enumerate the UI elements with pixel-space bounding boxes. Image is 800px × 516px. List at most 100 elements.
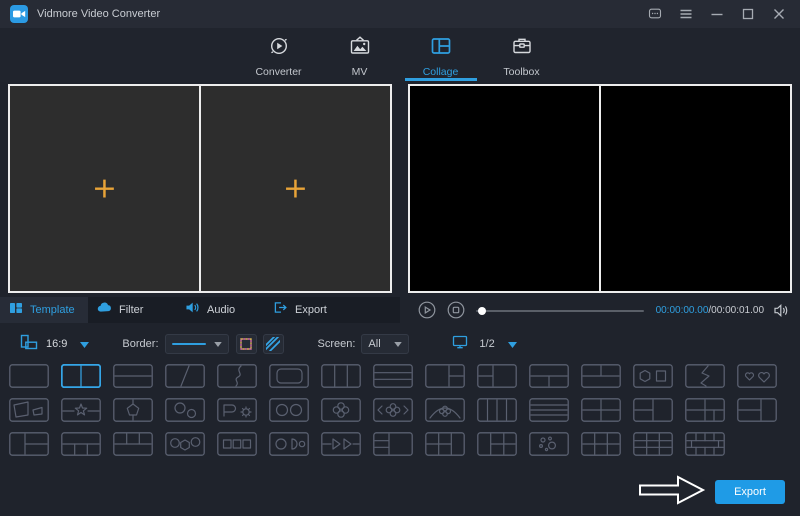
border-label: Border: — [122, 338, 159, 350]
tab-export[interactable]: Export — [264, 297, 352, 323]
main-nav: Converter MV Collage Toolbox — [0, 28, 800, 82]
template-tile-single[interactable] — [9, 364, 49, 388]
feedback-icon[interactable] — [648, 7, 662, 21]
tab-audio[interactable]: Audio — [176, 297, 264, 323]
template-tile-left-col-grid-2x2[interactable] — [477, 432, 517, 456]
maximize-icon[interactable] — [741, 7, 755, 21]
template-tile-split-left-half[interactable] — [633, 398, 673, 422]
template-tile-grid-complex[interactable] — [685, 432, 725, 456]
tab-collage[interactable]: Collage — [412, 28, 470, 82]
seek-slider[interactable] — [476, 303, 644, 317]
template-tile-three-squares[interactable] — [217, 432, 257, 456]
template-tile-left-two-right-big[interactable] — [477, 364, 517, 388]
template-tile-two-vertical[interactable] — [60, 363, 102, 389]
collage-editor: + + — [8, 84, 392, 293]
playback-bar: 00:00:00.00/00:00:01.00 — [406, 297, 800, 323]
add-video-icon: + — [91, 171, 118, 205]
template-tile-hexagon-square[interactable] — [633, 364, 673, 388]
converter-icon — [268, 35, 290, 62]
aspect-caret-icon[interactable] — [80, 335, 90, 353]
tab-audio-label: Audio — [207, 304, 236, 316]
template-tile-top-one-bottom-three[interactable] — [61, 432, 101, 456]
stop-button[interactable] — [447, 301, 465, 319]
template-tile-left-tall-right-rows[interactable] — [9, 432, 49, 456]
template-tile-grid-3x2[interactable] — [581, 432, 621, 456]
template-tile-left-rows-right-tall[interactable] — [373, 432, 413, 456]
template-tile-two-hearts[interactable] — [737, 364, 777, 388]
aspect-ratio-value[interactable]: 16:9 — [46, 338, 67, 350]
template-tile-clover-brackets[interactable] — [373, 398, 413, 422]
border-hatch-button[interactable] — [262, 334, 284, 354]
monitor-icon — [452, 335, 468, 354]
template-tile-two-horizontal[interactable] — [113, 364, 153, 388]
tab-template-label: Template — [30, 304, 75, 316]
time-display: 00:00:00.00/00:00:01.00 — [656, 305, 764, 316]
seek-knob[interactable] — [478, 306, 486, 315]
template-tile-grid-bottom-right[interactable] — [685, 398, 725, 422]
collage-toolbar: 16:9 Border: Screen: All 1/2 — [0, 330, 800, 358]
template-tile-skewed-quads[interactable] — [9, 398, 49, 422]
close-icon[interactable] — [772, 7, 786, 21]
collage-cell-2-add[interactable]: + — [201, 86, 390, 291]
template-tile-pentagon[interactable] — [113, 398, 153, 422]
tab-template[interactable]: Template — [0, 297, 88, 323]
play-button[interactable] — [418, 301, 436, 319]
template-tile-play-arrows[interactable] — [321, 432, 361, 456]
tab-filter[interactable]: Filter — [88, 297, 176, 323]
template-tile-left-big-right-two[interactable] — [425, 364, 465, 388]
template-tile-diagonal[interactable] — [165, 364, 205, 388]
add-video-icon: + — [282, 171, 309, 205]
tab-export-label: Export — [295, 304, 327, 316]
border-dash-button[interactable] — [235, 334, 257, 354]
audio-icon — [185, 301, 200, 319]
annotation-arrow-icon — [637, 473, 707, 512]
tab-converter[interactable]: Converter — [250, 28, 308, 82]
template-tile-curve-split[interactable] — [217, 364, 257, 388]
mv-icon — [349, 35, 371, 62]
template-tile-three-vertical[interactable] — [321, 364, 361, 388]
collage-cell-1-add[interactable]: + — [10, 86, 199, 291]
export-icon — [273, 301, 288, 319]
template-tile-circle-hex-circle[interactable] — [165, 432, 205, 456]
template-grid — [0, 363, 800, 466]
export-button[interactable]: Export — [715, 480, 785, 504]
template-tile-lightning-split[interactable] — [685, 364, 725, 388]
template-tile-two-circles[interactable] — [269, 398, 309, 422]
menu-icon[interactable] — [679, 7, 693, 21]
template-tile-flag-gear[interactable] — [217, 398, 257, 422]
template-tile-four-vertical[interactable] — [477, 398, 517, 422]
template-tile-grid-2x2-right-col[interactable] — [425, 432, 465, 456]
tab-filter-label: Filter — [119, 304, 144, 316]
template-tile-top-three-bottom-one[interactable] — [113, 432, 153, 456]
current-time: 00:00:00.00 — [655, 304, 709, 316]
template-tile-grid-3x3[interactable] — [633, 432, 673, 456]
window-title: Vidmore Video Converter — [37, 8, 161, 20]
tab-converter-label: Converter — [255, 66, 302, 78]
preview-viewport — [408, 84, 792, 293]
volume-icon[interactable] — [773, 303, 790, 318]
template-tile-top-big-bottom-two[interactable] — [529, 364, 569, 388]
template-tile-arc-flower[interactable] — [425, 398, 465, 422]
total-time: 00:00:01.00 — [711, 304, 764, 316]
template-tile-scatter-dots[interactable] — [529, 432, 569, 456]
template-tile-star-band[interactable] — [61, 398, 101, 422]
minimize-icon[interactable] — [710, 7, 724, 21]
screen-select[interactable]: All — [361, 334, 410, 354]
preview-cell-1 — [410, 86, 599, 291]
template-tile-rounded-inset[interactable] — [269, 364, 309, 388]
seek-track — [476, 309, 644, 312]
tab-mv[interactable]: MV — [331, 28, 389, 82]
app-logo-icon — [10, 5, 28, 23]
template-tile-two-circles-diagonal[interactable] — [165, 398, 205, 422]
template-tile-wide-left-split[interactable] — [737, 398, 777, 422]
template-tile-clover[interactable] — [321, 398, 361, 422]
template-tile-four-horizontal[interactable] — [529, 398, 569, 422]
tab-toolbox[interactable]: Toolbox — [493, 28, 551, 82]
filter-icon — [97, 301, 112, 319]
template-tile-top-two-bottom-big[interactable] — [581, 364, 621, 388]
template-tile-circle-d-dot[interactable] — [269, 432, 309, 456]
template-tile-three-horizontal[interactable] — [373, 364, 413, 388]
border-style-dropdown[interactable] — [164, 334, 229, 354]
template-tile-grid-2x2[interactable] — [581, 398, 621, 422]
page-caret-icon[interactable] — [507, 335, 517, 353]
